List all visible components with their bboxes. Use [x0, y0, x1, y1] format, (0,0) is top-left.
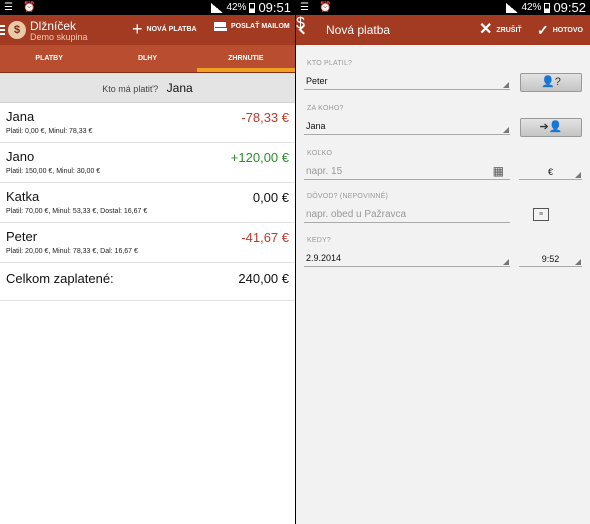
- book-icon[interactable]: ≡: [533, 208, 549, 221]
- dropdown-arrow-icon: [503, 127, 509, 133]
- tab-payments[interactable]: PLATBY: [0, 45, 98, 72]
- status-bar: ☰ ⏰ 42% 09:51: [0, 0, 295, 15]
- battery-icon: [249, 2, 256, 13]
- reason-input[interactable]: napr. obed u Pažravca: [304, 206, 510, 223]
- clock: 09:52: [553, 0, 586, 15]
- person-detail: Platil: 20,00 €, Minul: 78,33 €, Dal: 16…: [6, 248, 138, 255]
- plus-icon: +: [132, 19, 143, 39]
- who-paid-value: Peter: [306, 76, 328, 86]
- dropdown-arrow-icon: [575, 259, 581, 265]
- cancel-button[interactable]: ✕ ZRUŠIŤ: [479, 21, 522, 38]
- for-whom-value: Jana: [306, 121, 326, 131]
- who-should-pay-bar: Kto má platiť? Jana: [0, 73, 295, 103]
- tab-bar: PLATBY DLHY ZHRNUTIE: [0, 45, 295, 73]
- battery-percent: 42%: [226, 2, 247, 13]
- summary-screen: ☰ ⏰ 42% 09:51 $ Dlžníček Demo skupina + …: [0, 0, 295, 524]
- time-value: 9:52: [541, 254, 560, 264]
- notification-icon: ☰: [4, 2, 13, 13]
- total-value: 240,00 €: [238, 271, 289, 286]
- calculator-icon[interactable]: ▦: [493, 164, 504, 178]
- battery-icon: [544, 2, 551, 13]
- new-payment-label: NOVÁ PLATBA: [146, 25, 197, 33]
- person-question-icon: 👤?: [541, 76, 561, 88]
- date-select[interactable]: 2.9.2014: [304, 250, 510, 267]
- when-label: KEDY?: [307, 237, 331, 244]
- person-name: Jano: [6, 149, 35, 164]
- app-logo-icon[interactable]: $: [8, 21, 26, 39]
- send-email-button[interactable]: POSLAŤ MAILOM: [214, 22, 290, 31]
- person-balance: -41,67 €: [241, 230, 289, 245]
- alarm-icon: ⏰: [22, 2, 36, 13]
- balance-list: Jana Platil: 0,00 €, Minul: 78,33 € -78,…: [0, 103, 295, 301]
- status-bar: ☰ ⏰ 42% 09:52: [296, 0, 590, 15]
- total-label: Celkom zaplatené:: [6, 271, 114, 286]
- currency-select[interactable]: €: [519, 163, 582, 180]
- done-button[interactable]: ✓ HOTOVO: [537, 23, 583, 37]
- clock: 09:51: [258, 0, 291, 15]
- list-item[interactable]: Jano Platil: 150,00 €, Minul: 30,00 € +1…: [0, 143, 295, 183]
- time-select[interactable]: 9:52: [519, 250, 582, 267]
- amount-label: KOĽKO: [307, 150, 333, 157]
- for-whom-select[interactable]: Jana: [304, 118, 510, 135]
- person-detail: Platil: 0,00 €, Minul: 78,33 €: [6, 128, 93, 135]
- group-name: Demo skupina: [30, 32, 88, 42]
- reason-label: DÔVOD? (NEPOVINNÉ): [307, 193, 388, 200]
- amount-placeholder: napr. 15: [306, 166, 343, 177]
- new-payment-button[interactable]: + NOVÁ PLATBA: [132, 19, 197, 39]
- for-whom-label: ZA KOHO?: [307, 105, 344, 112]
- battery-percent: 42%: [521, 2, 542, 13]
- action-bar: $ Dlžníček Demo skupina + NOVÁ PLATBA PO…: [0, 15, 295, 45]
- person-detail: Platil: 70,00 €, Minul: 53,33 €, Dostal:…: [6, 208, 148, 215]
- person-balance: 0,00 €: [252, 190, 289, 205]
- person-name: Katka: [6, 189, 40, 204]
- person-detail: Platil: 150,00 €, Minul: 30,00 €: [6, 168, 101, 175]
- person-name: Peter: [6, 229, 38, 244]
- page-title: Nová platba: [326, 23, 391, 37]
- signal-icon: [506, 2, 519, 13]
- list-item[interactable]: Jana Platil: 0,00 €, Minul: 78,33 € -78,…: [0, 103, 295, 143]
- mail-icon: [214, 22, 227, 31]
- person-name: Jana: [6, 109, 35, 124]
- notification-icon: ☰: [300, 2, 309, 13]
- date-value: 2.9.2014: [306, 253, 342, 263]
- send-email-label: POSLAŤ MAILOM: [231, 23, 290, 30]
- total-row: Celkom zaplatené: 240,00 €: [0, 263, 295, 301]
- new-payment-screen: ☰ ⏰ 42% 09:52 $ Nová platba ✕ ZRUŠIŤ ✓ H…: [295, 0, 590, 524]
- tab-debts[interactable]: DLHY: [98, 45, 196, 72]
- pick-recipient-button[interactable]: ➔👤: [520, 118, 582, 137]
- done-label: HOTOVO: [552, 26, 583, 34]
- close-icon: ✕: [479, 21, 493, 38]
- signal-icon: [211, 2, 224, 13]
- who-should-pay-name: Jana: [166, 81, 193, 95]
- person-balance: -78,33 €: [241, 110, 289, 125]
- action-bar: $ Nová platba ✕ ZRUŠIŤ ✓ HOTOVO: [296, 15, 590, 45]
- tab-summary[interactable]: ZHRNUTIE: [196, 45, 295, 72]
- reason-placeholder: napr. obed u Pažravca: [306, 209, 407, 220]
- who-paid-label: KTO PLATIL?: [307, 60, 353, 67]
- drawer-menu-icon[interactable]: [0, 25, 5, 35]
- list-item[interactable]: Katka Platil: 70,00 €, Minul: 53,33 €, D…: [0, 183, 295, 223]
- who-paid-select[interactable]: Peter: [304, 73, 510, 90]
- cancel-label: ZRUŠIŤ: [496, 26, 522, 34]
- list-item[interactable]: Peter Platil: 20,00 €, Minul: 78,33 €, D…: [0, 223, 295, 263]
- currency-value: €: [547, 167, 553, 177]
- alarm-icon: ⏰: [318, 2, 332, 13]
- who-should-pay-label: Kto má platiť?: [102, 84, 159, 94]
- check-icon: ✓: [537, 22, 549, 38]
- dropdown-arrow-icon: [503, 82, 509, 88]
- dropdown-arrow-icon: [575, 172, 581, 178]
- app-title: Dlžníček: [30, 19, 77, 33]
- amount-input[interactable]: napr. 15 ▦: [304, 163, 510, 180]
- pick-payer-button[interactable]: 👤?: [520, 73, 582, 92]
- dropdown-arrow-icon: [503, 259, 509, 265]
- person-balance: +120,00 €: [230, 150, 289, 165]
- arrow-person-icon: ➔👤: [539, 121, 563, 133]
